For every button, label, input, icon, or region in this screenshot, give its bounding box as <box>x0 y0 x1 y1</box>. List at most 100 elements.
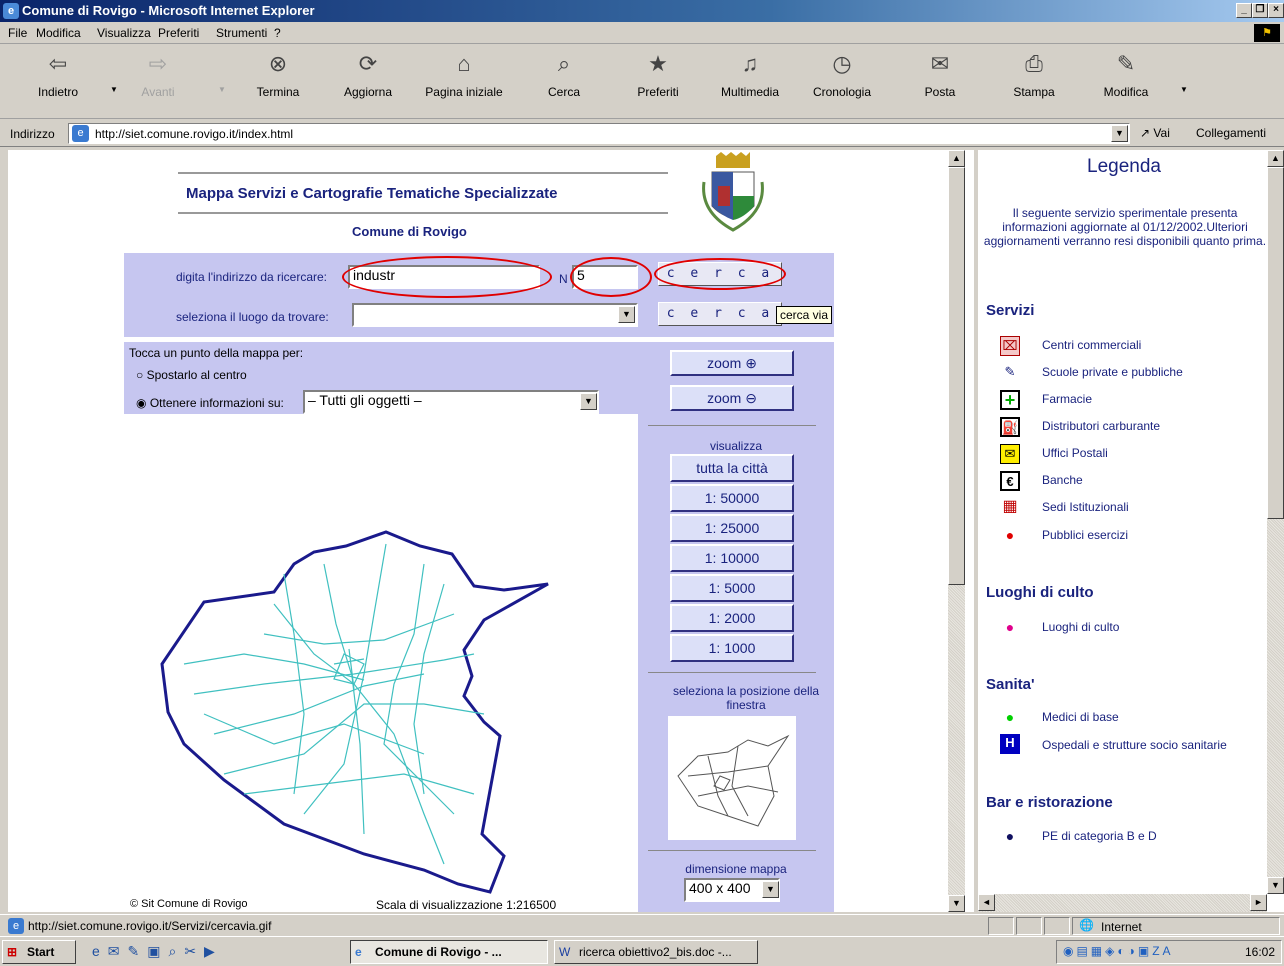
taskbar: ⊞ Start e✉✎▣⌕✂▶ e Comune di Rovigo - ...… <box>0 936 1284 966</box>
scroll-up-icon[interactable]: ▲ <box>948 150 965 167</box>
legend-intro: Il seguente servizio sperimentale presen… <box>983 206 1267 248</box>
maximize-button[interactable]: ❐ <box>1252 3 1268 18</box>
scroll-thumb[interactable] <box>1267 167 1284 519</box>
scale-button-city[interactable]: tutta la città <box>670 454 794 482</box>
scroll-down-icon[interactable]: ▼ <box>948 895 965 912</box>
overview-map[interactable] <box>668 716 796 840</box>
menu-visualizza[interactable]: Visualizza <box>97 26 151 40</box>
scroll-right-icon[interactable]: ► <box>1250 894 1267 911</box>
radio-center[interactable]: ○ Spostarlo al centro <box>136 368 247 382</box>
mail-icon: ✉ <box>930 51 950 76</box>
ie-logo-icon: e <box>3 3 19 19</box>
content-scrollbar[interactable]: ▲ ▼ <box>948 150 965 912</box>
go-arrow-icon: ↗ <box>1140 126 1151 140</box>
task-word-document[interactable]: W ricerca obiettivo2_bis.doc -... <box>554 940 758 964</box>
scale-button-2000[interactable]: 1: 2000 <box>670 604 794 632</box>
cerca-place-button[interactable]: c e r c a <box>658 302 782 326</box>
legend-frame: Legenda Il seguente servizio sperimental… <box>978 150 1284 912</box>
legend-section-sanita: Sanita' <box>986 676 1035 693</box>
links-button[interactable]: Collegamenti <box>1196 126 1266 140</box>
media-button[interactable]: ♫ Multimedia <box>712 49 788 99</box>
task-comune-di-rovigo[interactable]: e Comune di Rovigo - ... <box>350 940 548 964</box>
home-button[interactable]: ⌂ Pagina iniziale <box>418 49 510 99</box>
visualizza-label: visualizza <box>709 439 763 453</box>
legend-title: Legenda <box>1087 156 1161 177</box>
quick-launch-icons[interactable]: e✉✎▣⌕✂▶ <box>92 943 223 960</box>
scale-button-25000[interactable]: 1: 25000 <box>670 514 794 542</box>
start-button[interactable]: ⊞ Start <box>2 940 76 964</box>
zoom-in-button[interactable]: zoom ⊕ <box>670 350 794 376</box>
minimize-button[interactable]: _ <box>1236 3 1252 18</box>
scroll-left-icon[interactable]: ◄ <box>978 894 995 911</box>
info-select-dropdown-icon[interactable]: ▼ <box>580 393 597 410</box>
dimension-label: dimensione mappa <box>685 862 787 876</box>
place-search-label: seleziona il luogo da trovare: <box>176 310 329 324</box>
dimension-dropdown-icon[interactable]: ▼ <box>762 881 779 898</box>
scroll-up-icon[interactable]: ▲ <box>1267 150 1284 167</box>
zoom-out-icon: ⊖ <box>745 390 757 406</box>
menu-modifica[interactable]: Modifica <box>36 26 81 40</box>
forward-arrow-icon: ⇨ <box>148 51 168 76</box>
back-dropdown-icon[interactable]: ▼ <box>110 85 118 94</box>
word-doc-icon: W <box>559 945 571 959</box>
go-button[interactable]: ↗ Vai <box>1140 126 1170 140</box>
address-search-label: digita l'indirizzo da ricercare: <box>176 270 328 284</box>
system-tray: ◉▤▦◈◐◑▣ZA 16:02 <box>1056 940 1282 964</box>
number-label: N <box>559 272 568 286</box>
legend-item: PE di categoria B e D <box>1042 829 1157 843</box>
menu-strumenti[interactable]: Strumenti <box>216 26 267 40</box>
edit-dropdown-icon[interactable]: ▼ <box>1180 85 1188 94</box>
scroll-down-icon[interactable]: ▼ <box>1267 877 1284 894</box>
info-object-select[interactable]: – Tutti gli oggetti – <box>303 390 599 414</box>
page-status-icon: e <box>8 918 24 934</box>
legend-hscrollbar[interactable]: ◄ ► <box>978 894 1267 912</box>
menu-file[interactable]: File <box>8 26 27 40</box>
forward-button[interactable]: ⇨ Avanti <box>120 49 196 99</box>
red-dot-icon: ● <box>1005 527 1015 543</box>
scale-button-5000[interactable]: 1: 5000 <box>670 574 794 602</box>
menu-help[interactable]: ? <box>274 26 281 40</box>
page-title: Mappa Servizi e Cartografie Tematiche Sp… <box>186 185 558 202</box>
mail-button[interactable]: ✉ Posta <box>902 49 978 99</box>
address-input[interactable]: e http://siet.comune.rovigo.it/index.htm… <box>68 123 1130 144</box>
stop-button[interactable]: ⊗ Termina <box>240 49 316 99</box>
print-icon: ⎙ <box>1025 51 1043 76</box>
radio-selected-icon: ◉ <box>136 396 147 410</box>
window-title: Comune di Rovigo - Microsoft Internet Ex… <box>22 3 315 18</box>
scroll-thumb[interactable] <box>948 167 965 585</box>
place-select-dropdown-icon[interactable]: ▼ <box>618 306 635 323</box>
legend-scrollbar[interactable]: ▲ ▼ <box>1267 150 1284 894</box>
forward-dropdown-icon[interactable]: ▼ <box>218 85 226 94</box>
print-button[interactable]: ⎙ Stampa <box>996 49 1072 99</box>
legend-item: Pubblici esercizi <box>1042 528 1129 542</box>
favorites-button[interactable]: ★ Preferiti <box>620 49 696 99</box>
search-button[interactable]: ⌕ Cerca <box>526 49 602 99</box>
edit-button[interactable]: ✎ Modifica <box>1088 49 1164 99</box>
legend-item: Banche <box>1042 473 1083 487</box>
menu-preferiti[interactable]: Preferiti <box>158 26 199 40</box>
radio-info[interactable]: ◉ Ottenere informazioni su: <box>136 396 284 410</box>
pharmacy-cross-icon: + <box>1000 390 1020 410</box>
back-arrow-icon: ⇦ <box>48 51 68 76</box>
address-url: http://siet.comune.rovigo.it/index.html <box>95 127 294 141</box>
cerca-highlight-ring <box>654 258 786 290</box>
refresh-icon: ⟳ <box>358 51 378 76</box>
scale-button-10000[interactable]: 1: 10000 <box>670 544 794 572</box>
scale-button-50000[interactable]: 1: 50000 <box>670 484 794 512</box>
clock: 16:02 <box>1244 945 1275 959</box>
navy-dot-icon: ● <box>1005 828 1015 844</box>
tray-icons[interactable]: ◉▤▦◈◐◑▣ZA <box>1063 944 1174 958</box>
refresh-button[interactable]: ⟳ Aggiorna <box>330 49 406 99</box>
back-button[interactable]: ⇦ Indietro <box>20 49 96 99</box>
history-button[interactable]: ◷ Cronologia <box>804 49 880 99</box>
rovigo-crest-icon <box>702 152 764 232</box>
legend-section-culto: Luoghi di culto <box>986 584 1094 601</box>
zoom-out-button[interactable]: zoom ⊖ <box>670 385 794 411</box>
scale-button-1000[interactable]: 1: 1000 <box>670 634 794 662</box>
history-icon: ◷ <box>832 51 852 76</box>
close-button[interactable]: × <box>1268 3 1284 18</box>
city-map[interactable] <box>124 414 638 910</box>
place-select[interactable] <box>352 303 638 327</box>
zoom-in-icon: ⊕ <box>745 355 757 371</box>
address-dropdown-button[interactable]: ▼ <box>1111 125 1128 142</box>
